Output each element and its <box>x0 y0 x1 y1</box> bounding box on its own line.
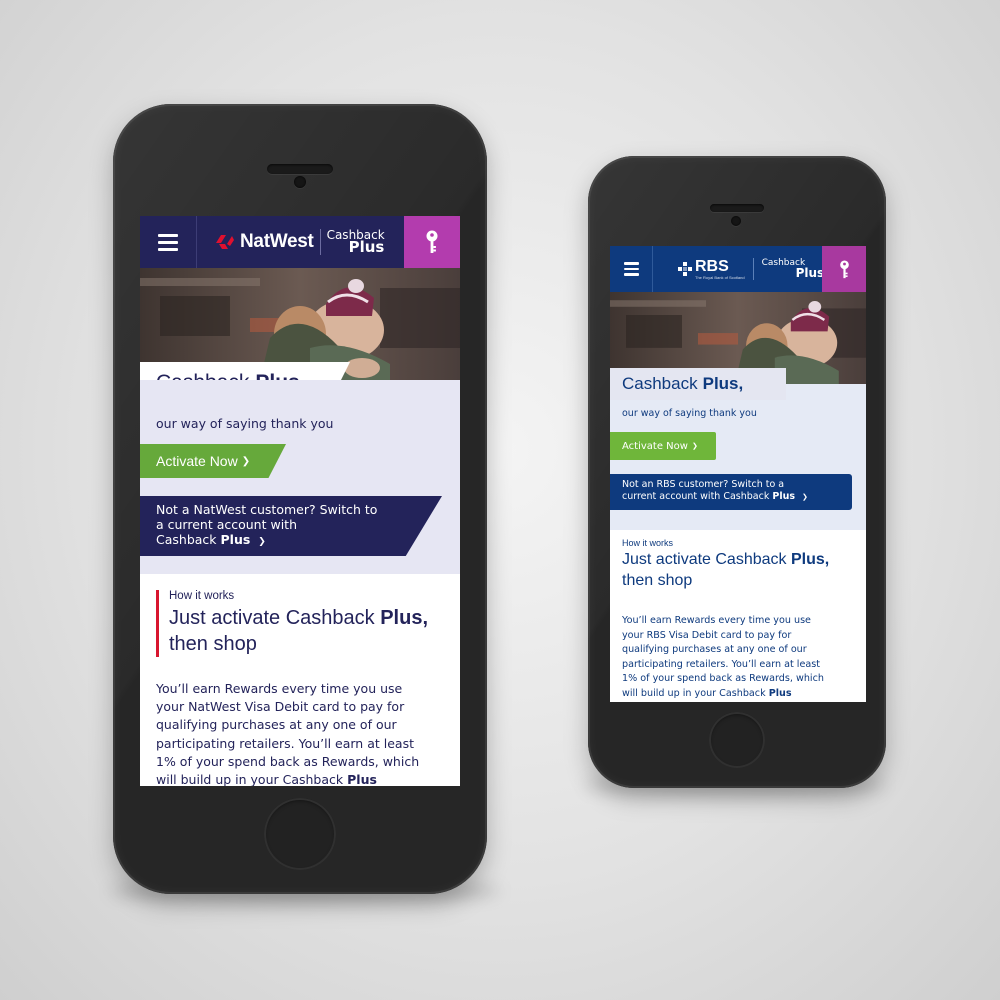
headline-text: Cashback <box>156 371 249 380</box>
how-title-line-2: then shop <box>169 633 257 655</box>
chevron-right-icon: ❯ <box>802 493 808 501</box>
how-it-works-title: Just activate Cashback Plus, then shop <box>169 605 428 657</box>
activate-now-button[interactable]: Activate Now ❯ <box>140 444 286 478</box>
switch-line-3: Cashback Plus ❯ <box>156 532 442 550</box>
key-icon <box>839 259 849 278</box>
product-logo: Cashback Plus <box>762 259 825 280</box>
switch-account-link[interactable]: Not an RBS customer? Switch to a current… <box>610 474 852 510</box>
app-header: NatWest Cashback Plus <box>140 216 460 268</box>
rbs-logo-icon <box>678 262 692 276</box>
body-line: your NatWest Visa Debit card to pay for <box>156 699 405 715</box>
menu-button[interactable] <box>140 216 197 268</box>
phone-natwest: NatWest Cashback Plus our way of saying … <box>113 104 487 894</box>
chevron-right-icon: ❯ <box>691 442 698 450</box>
headline-bold: Plus, <box>255 371 305 380</box>
activate-now-label: Activate Now <box>622 440 688 452</box>
body-last-text: will build up in your Cashback <box>156 772 344 786</box>
body-line: 1% of your spend back as Rewards, which <box>156 753 420 769</box>
body-line: will build up in your Cashback Plus <box>622 687 862 702</box>
switch-line-2: current account with Cashback Plus ❯ <box>622 491 852 503</box>
switch-line-2-text: current account with Cashback <box>622 491 770 502</box>
home-button[interactable] <box>709 712 765 768</box>
headline-text: Cashback <box>622 374 698 393</box>
front-camera <box>731 216 741 226</box>
switch-line-2-bold: Plus <box>772 491 796 502</box>
switch-account-link[interactable]: Not a NatWest customer? Switch to a curr… <box>140 496 442 556</box>
how-title-line-2: then shop <box>622 572 693 589</box>
body-line: participating retailers. You’ll earn at … <box>156 735 414 751</box>
brand-divider <box>752 258 754 280</box>
body-line: 1% of your spend back as Rewards, which <box>622 673 824 685</box>
tagline: our way of saying thank you <box>622 408 757 419</box>
phone-rbs: RBS The Royal Bank of Scotland Cashback … <box>588 156 886 788</box>
how-it-works-section: How it works Just activate Cashback Plus… <box>622 538 829 591</box>
how-title-text: Just activate Cashback <box>622 551 787 568</box>
body-line: You’ll earn Rewards every time you use <box>622 615 811 626</box>
body-last-text: will build up in your Cashback <box>622 687 766 699</box>
body-line: You’ll earn Rewards every time you use <box>156 681 403 696</box>
home-button[interactable] <box>264 798 336 870</box>
body-line: participating retailers. You’ll earn at … <box>622 658 820 670</box>
screen-rbs: RBS The Royal Bank of Scotland Cashback … <box>610 246 866 702</box>
brand-name: NatWest <box>240 231 314 252</box>
body-last-bold: Plus <box>768 687 792 699</box>
body-last-bold: Plus <box>347 772 377 786</box>
front-camera <box>294 176 306 188</box>
menu-icon <box>158 233 178 251</box>
body-line: qualifying purchases at any one of our <box>156 717 397 733</box>
earpiece-speaker <box>267 164 333 174</box>
login-button[interactable] <box>822 246 866 292</box>
brand-logo[interactable]: NatWest Cashback Plus <box>216 216 385 268</box>
activate-now-label: Activate Now <box>156 453 238 469</box>
body-line: qualifying purchases at any one of our <box>622 644 807 656</box>
chevron-right-icon: ❯ <box>241 455 251 467</box>
natwest-logo-icon <box>216 235 234 249</box>
menu-icon <box>623 262 639 276</box>
how-title-bold: Plus, <box>790 551 830 568</box>
menu-button[interactable] <box>610 246 653 292</box>
switch-line-1: Not an RBS customer? Switch to a <box>622 479 785 490</box>
activate-now-button[interactable]: Activate Now ❯ <box>610 432 716 460</box>
headline-bold: Plus, <box>702 374 744 393</box>
brand-name: RBS The Royal Bank of Scotland <box>695 257 745 280</box>
brand-divider <box>319 229 321 255</box>
hero-headline: Cashback Plus, <box>610 368 786 400</box>
login-button[interactable] <box>404 216 460 268</box>
how-title-text: Just activate Cashback <box>169 607 375 629</box>
how-it-works-label: How it works <box>622 538 674 548</box>
app-header: RBS The Royal Bank of Scotland Cashback … <box>610 246 866 292</box>
screen-natwest: NatWest Cashback Plus our way of saying … <box>140 216 460 786</box>
brand-subtitle: The Royal Bank of Scotland <box>695 274 745 280</box>
switch-line-3-text: Cashback <box>156 532 217 547</box>
tagline: our way of saying thank you <box>156 416 334 431</box>
body-line: your RBS Visa Debit card to pay for <box>622 629 792 641</box>
brand-logo[interactable]: RBS The Royal Bank of Scotland Cashback … <box>678 246 824 292</box>
how-it-works-label: How it works <box>169 590 235 602</box>
body-paragraph: You’ll earn Rewards every time you use y… <box>156 680 452 786</box>
earpiece-speaker <box>710 204 764 212</box>
product-logo: Cashback Plus <box>327 229 385 255</box>
body-line: will build up in your Cashback Plus <box>156 771 452 786</box>
key-icon <box>426 230 438 253</box>
hero-headline: Cashback Plus, <box>140 362 350 380</box>
switch-line-1: Not a NatWest customer? Switch to <box>156 502 378 517</box>
switch-line-2: a current account with <box>156 517 297 532</box>
body-paragraph: You’ll earn Rewards every time you use y… <box>622 614 862 702</box>
brand-name-text: RBS <box>695 257 729 275</box>
hero-photo: Cashback Plus, <box>140 268 460 380</box>
product-logo-bottom: Plus <box>795 266 825 280</box>
how-title-bold: Plus, <box>380 607 429 629</box>
product-logo-bottom: Plus <box>348 238 385 256</box>
how-it-works-title: Just activate Cashback Plus, then shop <box>622 549 829 591</box>
chevron-right-icon: ❯ <box>258 537 266 547</box>
how-it-works-section: How it works Just activate Cashback Plus… <box>156 590 428 657</box>
switch-line-3-bold: Plus <box>220 532 251 547</box>
